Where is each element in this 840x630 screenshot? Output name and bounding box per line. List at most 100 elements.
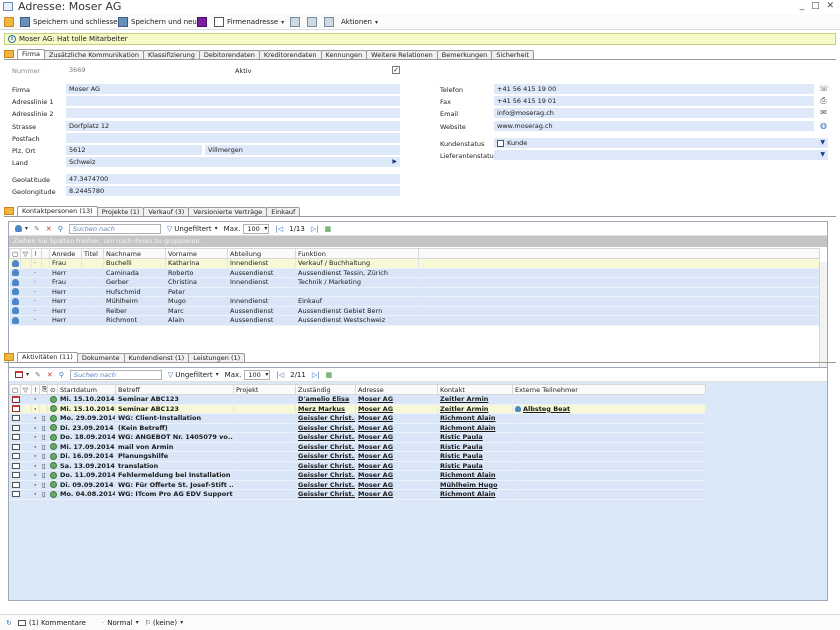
email-field[interactable]: info@moserag.ch	[494, 108, 814, 118]
postfach-field[interactable]	[66, 133, 400, 143]
save-close-button[interactable]: Speichern und schliessen	[20, 16, 122, 28]
cell-zustaendig[interactable]: Geissler Christ...	[295, 489, 356, 500]
aktiv-checkbox[interactable]: ✓	[392, 66, 400, 74]
tab-klassifizierung[interactable]: Klassifizierung	[142, 50, 200, 59]
cell-kontakt[interactable]: Zeitler Armin	[437, 404, 513, 414]
column-titel[interactable]: Titel	[81, 248, 104, 259]
table-row[interactable]: · Herr Hufschmid Peter	[9, 287, 820, 297]
cell-adresse[interactable]: Moser AG	[355, 451, 438, 462]
column-externe-teilnehmer[interactable]: Externe Teilnehmer	[512, 384, 706, 395]
cell-adresse[interactable]: Moser AG	[355, 461, 438, 471]
website-field[interactable]: www.moserag.ch	[494, 121, 814, 131]
plz-field[interactable]: 5612	[66, 145, 202, 155]
table-row[interactable]: · Herr Caminada Roberto Aussendienst Aussendi…	[9, 268, 820, 278]
cell-kontakt[interactable]: Zeitler Armin	[437, 394, 513, 405]
column-filter-icon[interactable]: ▽	[20, 384, 32, 395]
filter-button[interactable]: ▽ Ungefiltert ▾	[168, 371, 219, 379]
cell-kontakt[interactable]: Ristic Paula	[437, 451, 513, 462]
table-row[interactable]: · Mi. 15.10.2014 Seminar ABC123 Merz Markus…	[9, 404, 706, 414]
table-row[interactable]: · ▯ Di. 16.09.2014 Planungshilfe Geissler Ch…	[9, 451, 706, 462]
table-row[interactable]: · Herr Mühlheim Mugo Innendienst Einkauf	[9, 296, 820, 307]
priority-select[interactable]: · Normal ▾	[102, 619, 139, 627]
first-page-icon[interactable]: |◁	[275, 225, 283, 233]
cell-zustaendig[interactable]: D'amelio Elisa	[295, 394, 356, 405]
column-important-icon[interactable]: !	[31, 248, 42, 259]
max-select[interactable]: 100	[243, 223, 270, 234]
tab-debitorendaten[interactable]: Debitorendaten	[198, 50, 260, 59]
search-input[interactable]: Suchen nach	[68, 223, 161, 234]
cell-kontakt[interactable]: Richmont Alain	[437, 470, 513, 481]
contacts-scrollbar[interactable]	[819, 262, 827, 370]
cell-kontakt[interactable]: Mühlheim Hugo	[437, 480, 513, 490]
tab-projekte[interactable]: Projekte (1)	[96, 207, 145, 216]
cell-adresse[interactable]: Moser AG	[355, 442, 438, 452]
tab-leistungen[interactable]: Leistungen (1)	[188, 353, 246, 362]
cell-adresse[interactable]: Moser AG	[355, 480, 438, 490]
column-funktion[interactable]: Funktion	[295, 248, 419, 259]
new-contact-button[interactable]: ▾	[15, 225, 28, 232]
cell-kontakt[interactable]: Ristic Paula	[437, 442, 513, 452]
new-activity-button[interactable]: ▾	[15, 371, 29, 378]
column-startdatum[interactable]: Startdatum	[57, 384, 116, 395]
phone-icon[interactable]: ☏	[819, 85, 829, 93]
last-page-icon[interactable]: ▷|	[311, 225, 319, 233]
envelope-icon[interactable]: ✉	[819, 109, 828, 117]
tab-sicherheit[interactable]: Sicherheit	[491, 50, 534, 59]
cell-zustaendig[interactable]: Geissler Christ...	[295, 480, 356, 490]
geolatitude-field[interactable]: 47.3474700	[66, 174, 400, 184]
cell-adresse[interactable]: Moser AG	[355, 432, 438, 443]
save-new-button[interactable]: Speichern und neu	[118, 16, 197, 28]
excel-export-icon[interactable]: ▦	[325, 225, 332, 233]
table-row[interactable]: · ▯ Mo. 04.08.2014 WG: ITcom Pro AG EDV Sup…	[9, 489, 706, 500]
delete-icon[interactable]: ✕	[47, 371, 53, 379]
excel-export-icon[interactable]: ▦	[326, 371, 333, 379]
cell-adresse[interactable]: Moser AG	[355, 404, 438, 414]
cell-kontakt[interactable]: Richmont Alain	[437, 413, 513, 424]
cell-zustaendig[interactable]: Geissler Christ...	[295, 432, 356, 443]
cell-zustaendig[interactable]: Geissler Christ...	[295, 451, 356, 462]
cell-zustaendig[interactable]: Merz Markus	[295, 404, 356, 414]
column-doc-icon[interactable]: ▢	[9, 248, 21, 259]
tab-kennungen[interactable]: Kennungen	[320, 50, 368, 59]
adresslinie1-field[interactable]	[66, 96, 400, 106]
column-anrede[interactable]: Anrede	[49, 248, 82, 259]
table-row[interactable]: · ▯ Mi. 17.09.2014 mail von Armin Geissler C…	[9, 442, 706, 452]
tab-kontaktpersonen[interactable]: Kontaktpersonen (13)	[17, 206, 98, 216]
column-nachname[interactable]: Nachname	[103, 248, 166, 259]
table-row[interactable]: · Herr Reiber Marc Aussendienst Aussendienst …	[9, 306, 820, 316]
cell-adresse[interactable]: Moser AG	[355, 489, 438, 500]
first-page-icon[interactable]: |◁	[276, 371, 284, 379]
tab-bemerkungen[interactable]: Bemerkungen	[436, 50, 493, 59]
table-row[interactable]: · ▯ Do. 18.09.2014 WG: ANGEBOT Nr. 1405079 …	[9, 432, 706, 443]
table-row[interactable]: · ▯ Mo. 29.09.2014 WG: Client-Installation G…	[9, 413, 706, 424]
cell-kontakt[interactable]: Richmont Alain	[437, 423, 513, 433]
cell-adresse[interactable]: Moser AG	[355, 470, 438, 481]
table-row[interactable]: · Frau Buchelli Katharina Innendienst Verkauf…	[9, 258, 820, 269]
history-icon[interactable]: ↻	[6, 619, 12, 627]
flag-select[interactable]: ⚐ (keine) ▾	[145, 619, 184, 627]
column-filter-icon[interactable]: ▽	[20, 248, 32, 259]
strasse-field[interactable]: Dorfplatz 12	[66, 121, 400, 131]
cell-zustaendig[interactable]: Geissler Christ...	[295, 461, 356, 471]
column-lock-icon[interactable]: ⊙	[47, 384, 58, 395]
tab-aktivitaeten[interactable]: Aktivitäten (11)	[17, 352, 78, 362]
document-button[interactable]	[307, 16, 320, 28]
comments-button[interactable]: (1) Kommentare	[17, 619, 86, 627]
firma-field[interactable]: Moser AG	[66, 84, 400, 94]
cell-kontakt[interactable]: Ristic Paula	[437, 461, 513, 471]
cell-externe[interactable]: Albsteg Beat	[512, 404, 706, 414]
tab-weitere-relationen[interactable]: Weitere Relationen	[366, 50, 438, 59]
last-page-icon[interactable]: ▷|	[312, 371, 320, 379]
cell-kontakt[interactable]: Ristic Paula	[437, 432, 513, 443]
table-row[interactable]: · ▯ Sa. 13.09.2014 translation Geissler Chri…	[9, 461, 706, 471]
column-zustaendig[interactable]: Zuständig	[295, 384, 356, 395]
delete-icon[interactable]: ✕	[46, 225, 52, 233]
table-row[interactable]: · ▯ Do. 11.09.2014 Fehlermeldung bei Instal…	[9, 470, 706, 481]
save-button[interactable]	[197, 16, 210, 28]
cell-zustaendig[interactable]: Geissler Christ...	[295, 442, 356, 452]
cell-zustaendig[interactable]: Geissler Christ...	[295, 413, 356, 424]
lieferantenstatus-select[interactable]: ▼	[494, 150, 828, 160]
table-row[interactable]: · Frau Gerber Christina Innendienst Technik /…	[9, 277, 820, 288]
tab-einkauf[interactable]: Einkauf	[266, 207, 301, 216]
edit-icon[interactable]: ✎	[35, 371, 41, 379]
